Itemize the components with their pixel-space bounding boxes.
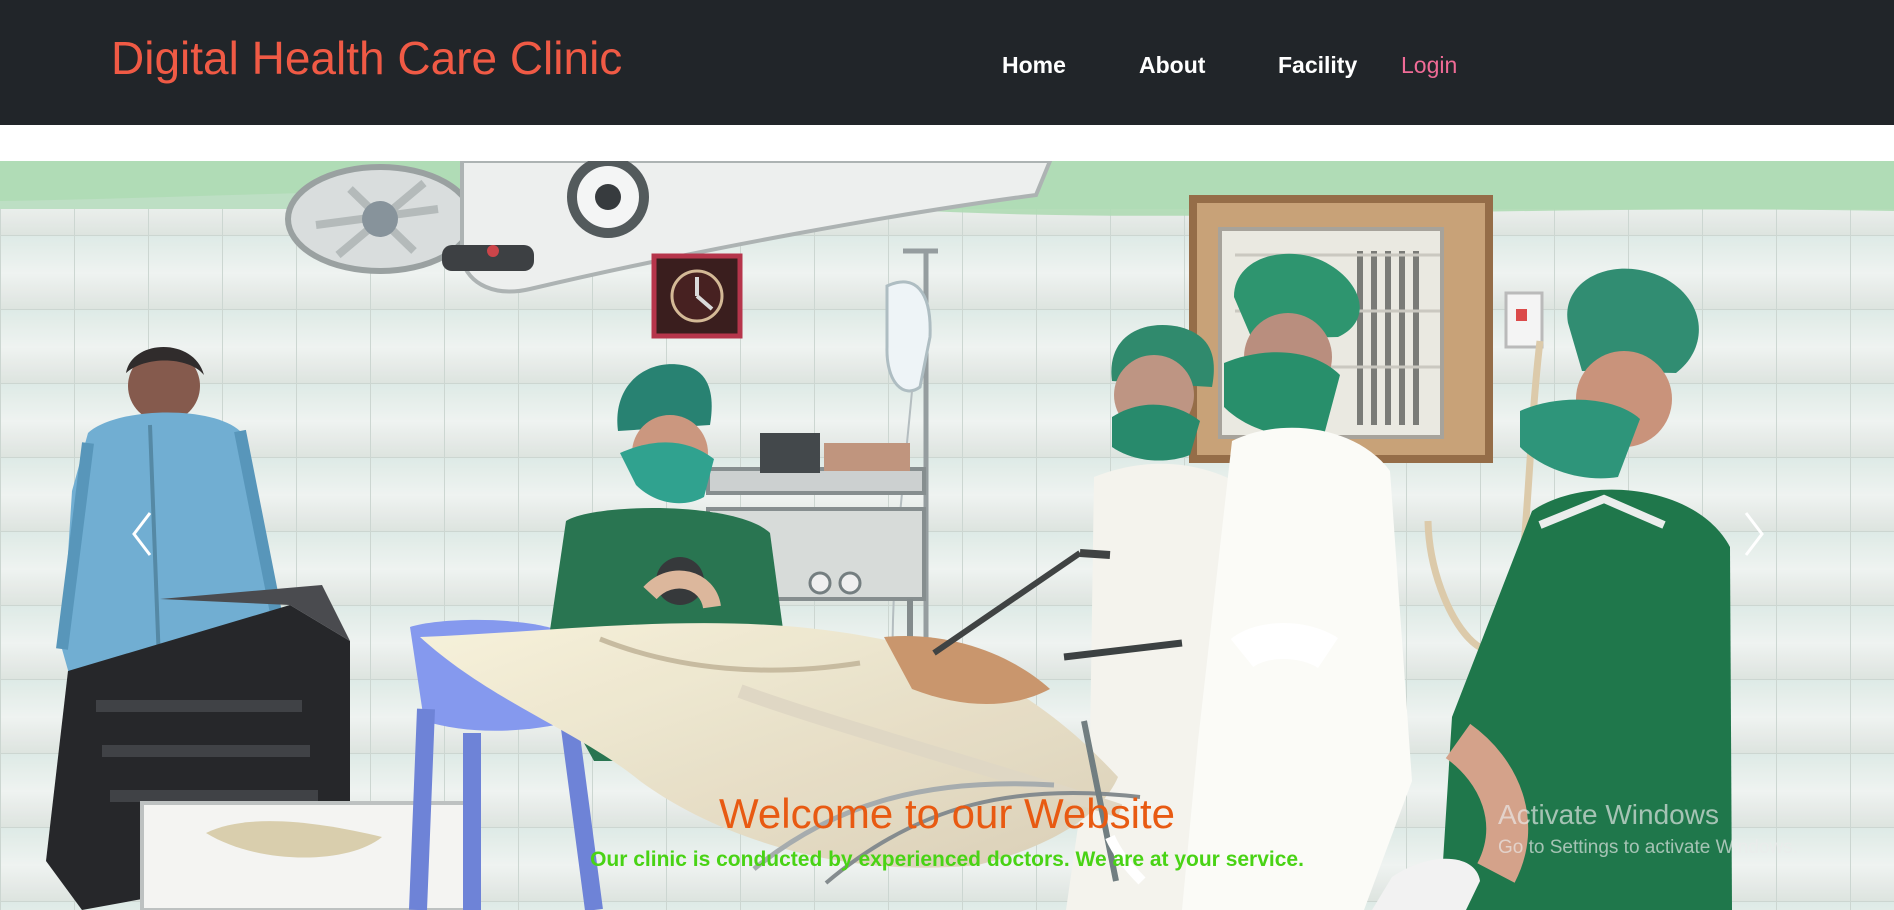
- nav-login-link[interactable]: Login: [1401, 50, 1457, 80]
- top-navbar: Digital Health Care Clinic Home About Fa…: [0, 0, 1894, 125]
- activate-windows-subtitle: Go to Settings to activate Windows.: [1498, 837, 1798, 858]
- nav-home-link[interactable]: Home: [1002, 50, 1066, 80]
- carousel-next-button[interactable]: [1730, 507, 1774, 561]
- nav-about-link[interactable]: About: [1139, 50, 1205, 80]
- carousel-previous-button[interactable]: [122, 507, 166, 561]
- activate-windows-title: Activate Windows: [1498, 799, 1719, 830]
- chevron-right-icon: [1744, 512, 1764, 556]
- site-brand-link[interactable]: Digital Health Care Clinic: [111, 30, 622, 86]
- hero-carousel: Welcome to our Website Our clinic is con…: [0, 161, 1894, 910]
- chevron-left-icon: [132, 512, 152, 556]
- header-spacer: [0, 125, 1894, 161]
- nav-facility-link[interactable]: Facility: [1278, 50, 1357, 80]
